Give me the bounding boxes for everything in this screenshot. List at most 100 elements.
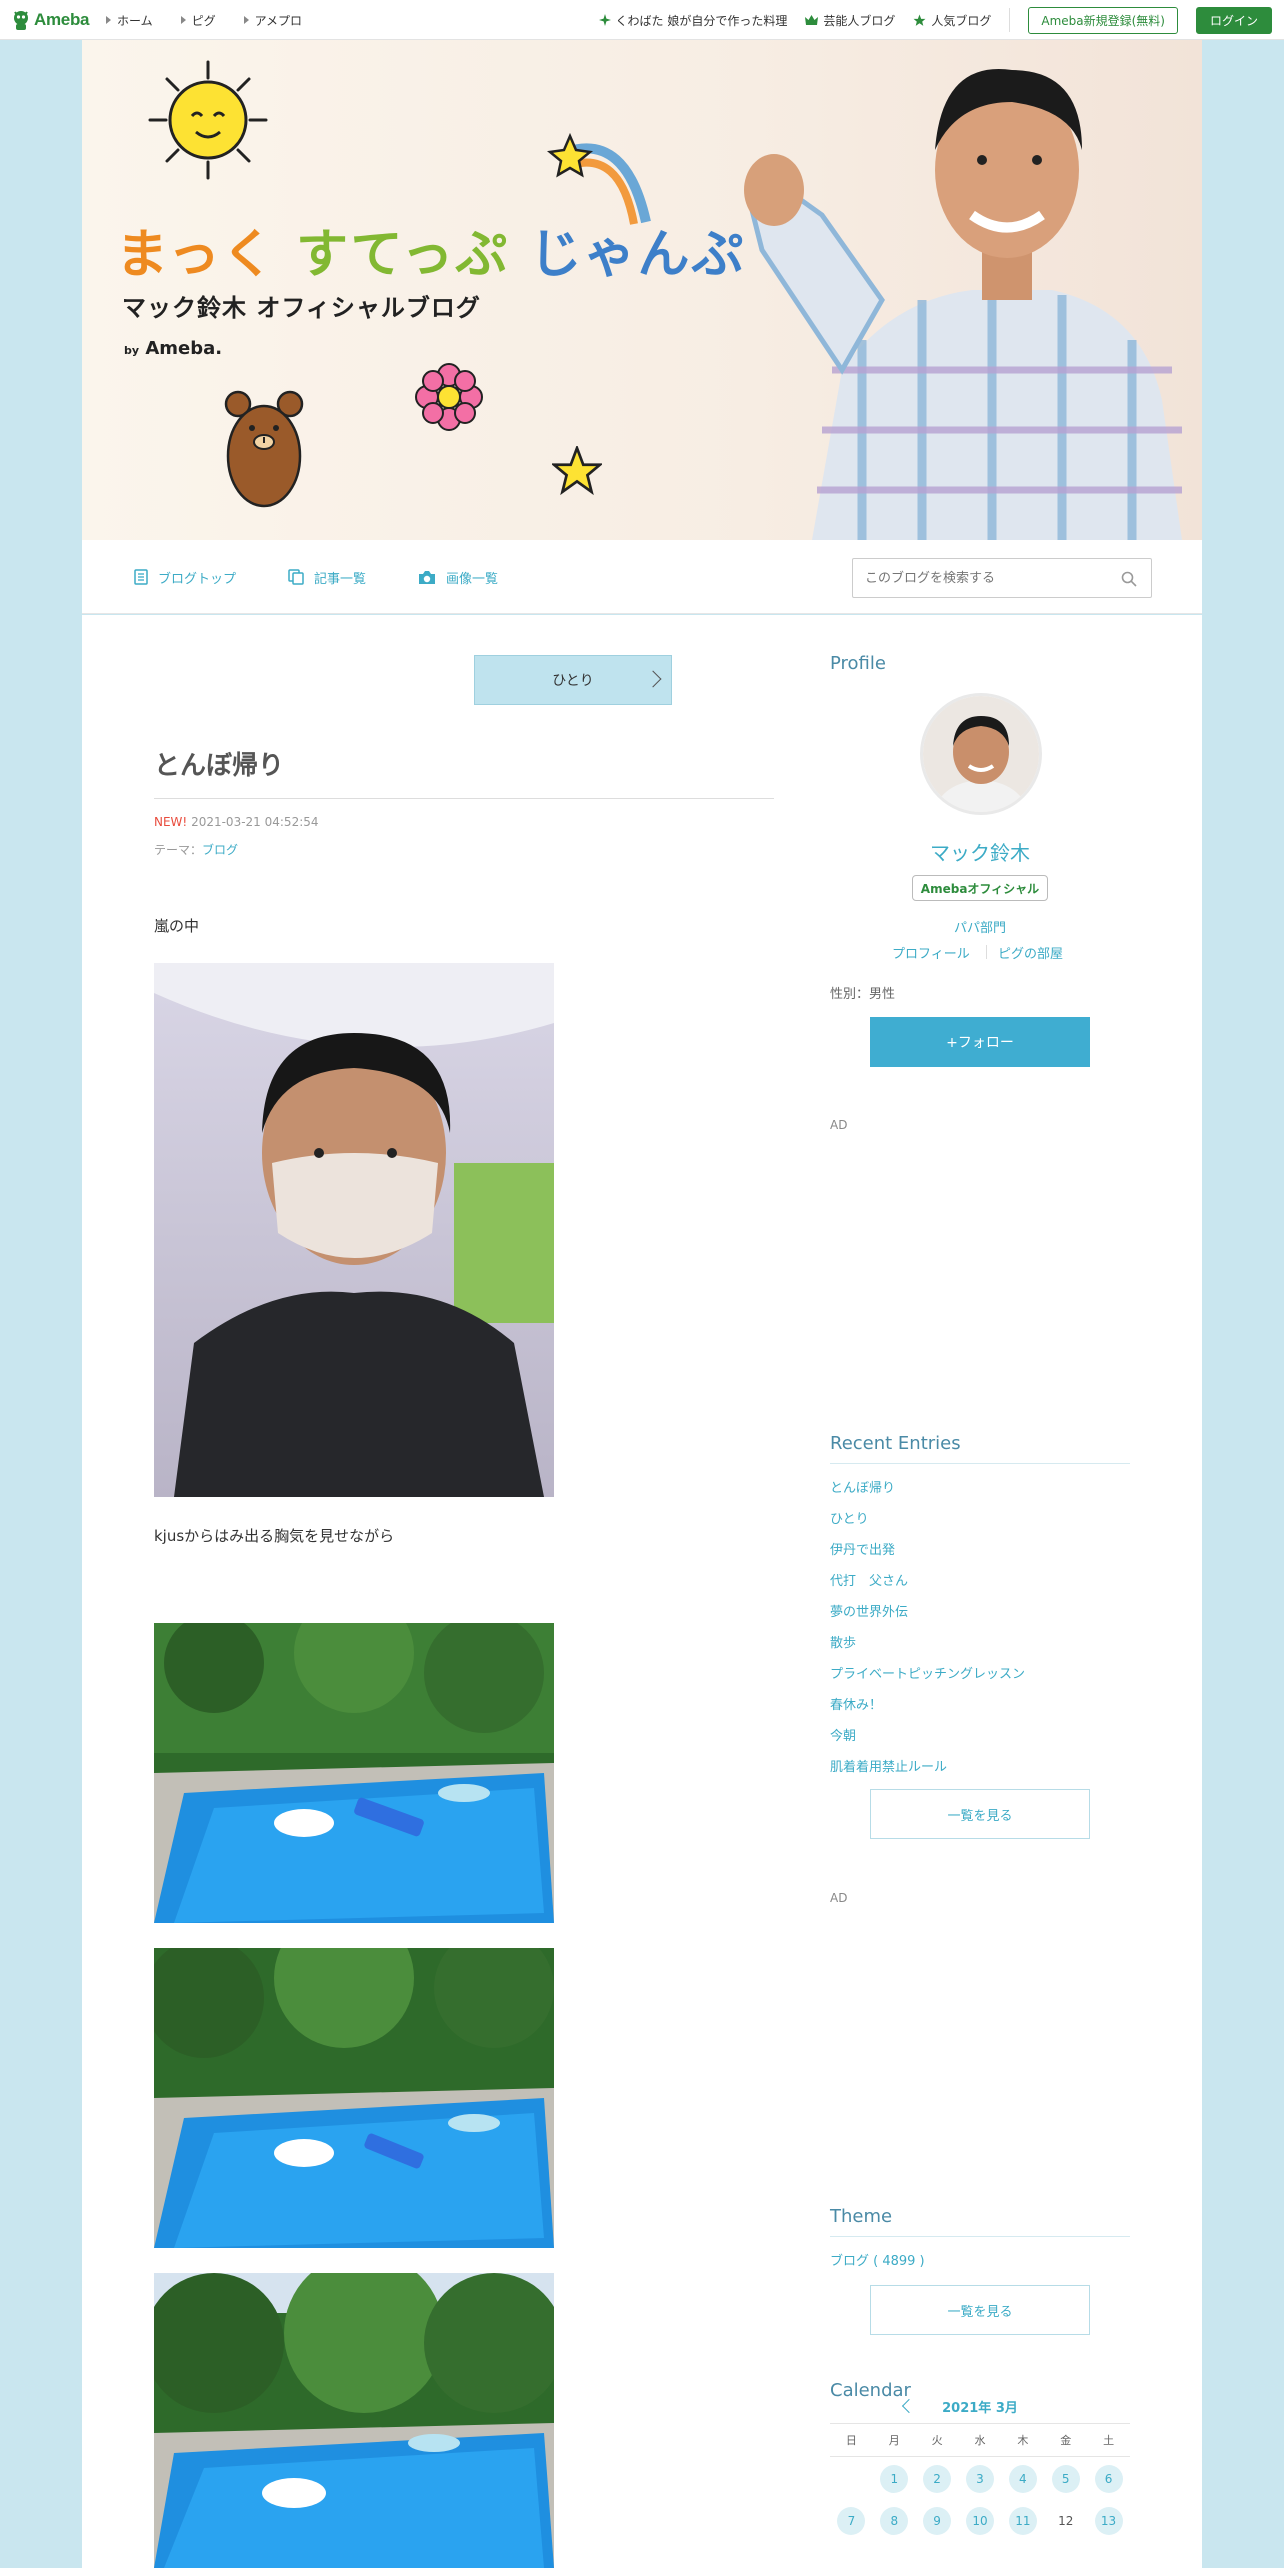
calendar-day[interactable]: 6 xyxy=(1094,2465,1123,2493)
celebrity-blog-label: 芸能人ブログ xyxy=(823,13,896,28)
theme-more-button[interactable]: 一覧を見る xyxy=(870,2285,1090,2335)
entry-title[interactable]: とんぼ帰り xyxy=(154,745,774,799)
profile-heading: Profile xyxy=(830,653,886,674)
weekday: 火 xyxy=(931,2434,943,2447)
image-list-link[interactable]: 画像一覧 xyxy=(418,568,498,587)
profile-photo xyxy=(923,696,1039,812)
calendar-day[interactable]: 8 xyxy=(880,2507,909,2535)
entry-paragraph: kjusからはみ出る胸気を見せながら xyxy=(154,1527,395,1545)
global-right: くわばた 娘が自分で作った料理 芸能人ブログ 人気ブログ Ameba新規登録(無… xyxy=(598,0,1272,40)
blog-nav: ブログトップ 記事一覧 画像一覧 xyxy=(82,540,1202,614)
recent-entry-link[interactable]: ひとり xyxy=(830,1508,869,1527)
entry-theme: テーマ：ブログ xyxy=(154,841,238,858)
nav-pigg[interactable]: ピグ xyxy=(180,12,216,29)
calendar-day[interactable]: 1 xyxy=(880,2465,909,2493)
recent-entry-link[interactable]: プライベートピッチングレッスン xyxy=(830,1663,1025,1682)
global-header: Ameba ホーム ピグ アメプロ くわばた 娘が自分で作った料理 芸能人ブログ… xyxy=(0,0,1284,40)
recent-entry-link[interactable]: 肌着着用禁止ルール xyxy=(830,1756,947,1775)
recent-entry-link[interactable]: 夢の世界外伝 xyxy=(830,1601,908,1620)
recent-entry-link[interactable]: とんぼ帰り xyxy=(830,1477,895,1496)
weekday: 土 xyxy=(1103,2434,1115,2447)
popular-blog-link[interactable]: 人気ブログ xyxy=(913,12,991,29)
weekday: 日 xyxy=(845,2434,857,2447)
login-button[interactable]: ログイン xyxy=(1195,6,1272,34)
flower-icon xyxy=(415,363,483,431)
sun-icon xyxy=(148,60,268,180)
arrow-right-icon xyxy=(106,16,111,24)
prev-entry-button[interactable]: ひとり xyxy=(474,655,672,705)
calendar-day[interactable]: 10 xyxy=(965,2507,994,2535)
calendar-day[interactable]: 9 xyxy=(923,2507,952,2535)
entry-paragraph: 嵐の中 xyxy=(154,917,200,935)
entry-image[interactable] xyxy=(154,1623,554,1923)
entry-theme-link[interactable]: ブログ xyxy=(202,843,238,857)
entry-meta: NEW! 2021-03-21 04:52:54 xyxy=(154,815,319,829)
nav-amepro[interactable]: アメプロ xyxy=(243,12,303,29)
ad-label: AD xyxy=(830,1118,848,1132)
follow-button[interactable]: +フォロー xyxy=(870,1017,1090,1067)
search-icon[interactable] xyxy=(1121,571,1137,587)
blog-title-part1: まっく xyxy=(116,225,276,285)
blog-top-link[interactable]: ブログトップ xyxy=(134,568,236,587)
celebrity-blog-link[interactable]: 芸能人ブログ xyxy=(805,12,895,29)
nav-home[interactable]: ホーム xyxy=(106,12,153,29)
theme-heading: Theme xyxy=(830,2206,893,2227)
document-icon xyxy=(134,569,148,585)
genre-link[interactable]: パパ部門 xyxy=(830,917,1130,936)
profile-sex: 性別：男性 xyxy=(830,987,896,1002)
theme-link[interactable]: ブログ ( 4899 ) xyxy=(830,2250,925,2269)
weekday: 月 xyxy=(888,2434,900,2447)
calendar-days: 1 2 3 4 5 6 7 8 9 10 11 12 13 xyxy=(830,2465,1130,2535)
entry-list-link[interactable]: 記事一覧 xyxy=(288,568,366,587)
recent-entries-heading: Recent Entries xyxy=(830,1433,961,1454)
calendar-day[interactable]: 2 xyxy=(923,2465,952,2493)
recent-more-button[interactable]: 一覧を見る xyxy=(870,1789,1090,1839)
pool-photo xyxy=(154,2273,554,2568)
calendar-day[interactable]: 11 xyxy=(1008,2507,1037,2535)
entry-image[interactable] xyxy=(154,963,554,1497)
calendar-day[interactable]: 5 xyxy=(1051,2465,1080,2493)
profile-link[interactable]: プロフィール xyxy=(892,943,970,962)
star-icon xyxy=(913,14,926,26)
calendar-day[interactable]: 4 xyxy=(1008,2465,1037,2493)
recent-entry-link[interactable]: 伊丹で出発 xyxy=(830,1539,895,1558)
blog-title: まっく すてっぷ じゃんぷ xyxy=(116,212,746,287)
ameba-logo[interactable]: Ameba xyxy=(12,8,89,32)
chevron-right-icon xyxy=(644,670,662,688)
register-button[interactable]: Ameba新規登録(無料) xyxy=(1028,6,1178,34)
blog-header-banner[interactable]: まっく すてっぷ じゃんぷ マック鈴木 オフィシャルブログ by Ameba. xyxy=(82,40,1202,540)
divider xyxy=(1009,8,1011,32)
calendar-day[interactable]: 13 xyxy=(1094,2507,1123,2535)
entry-image[interactable] xyxy=(154,2273,554,2568)
blog-subtitle: マック鈴木 オフィシャルブログ xyxy=(122,294,481,322)
recent-entry-link[interactable]: 春休み！ xyxy=(830,1694,882,1713)
arrow-right-icon xyxy=(243,16,249,24)
divider xyxy=(830,1463,1130,1464)
calendar-day[interactable]: 3 xyxy=(965,2465,994,2493)
avatar[interactable] xyxy=(920,693,1042,815)
highlight-topic-label: くわばた 娘が自分で作った料理 xyxy=(615,13,788,28)
recent-entry-link[interactable]: 代打 父さん xyxy=(830,1570,908,1589)
recent-entry-link[interactable]: 散歩 xyxy=(830,1632,856,1651)
crown-icon xyxy=(805,14,819,25)
camera-icon xyxy=(419,570,436,584)
calendar-day xyxy=(837,2465,865,2493)
new-badge: NEW! xyxy=(154,815,188,829)
small-star-icon xyxy=(552,446,602,496)
nav-amepro-label: アメプロ xyxy=(254,13,303,28)
calendar-day[interactable]: 7 xyxy=(837,2507,866,2535)
profile-name[interactable]: マック鈴木 xyxy=(830,837,1130,866)
blog-search xyxy=(852,558,1152,598)
calendar-day: 12 xyxy=(1058,2514,1074,2528)
entry-theme-label: テーマ： xyxy=(154,843,203,857)
recent-entry-link[interactable]: 今朝 xyxy=(830,1725,856,1744)
weekday: 水 xyxy=(974,2434,986,2447)
pigg-room-link[interactable]: ピグの部屋 xyxy=(998,943,1063,962)
pool-photo xyxy=(154,1948,554,2248)
highlight-topic[interactable]: くわばた 娘が自分で作った料理 xyxy=(598,12,788,29)
entry-image[interactable] xyxy=(154,1948,554,2248)
by-prefix: by xyxy=(124,344,140,357)
bear-icon xyxy=(224,390,304,508)
blog-search-input[interactable] xyxy=(853,559,1103,597)
image-list-label: 画像一覧 xyxy=(446,571,499,587)
